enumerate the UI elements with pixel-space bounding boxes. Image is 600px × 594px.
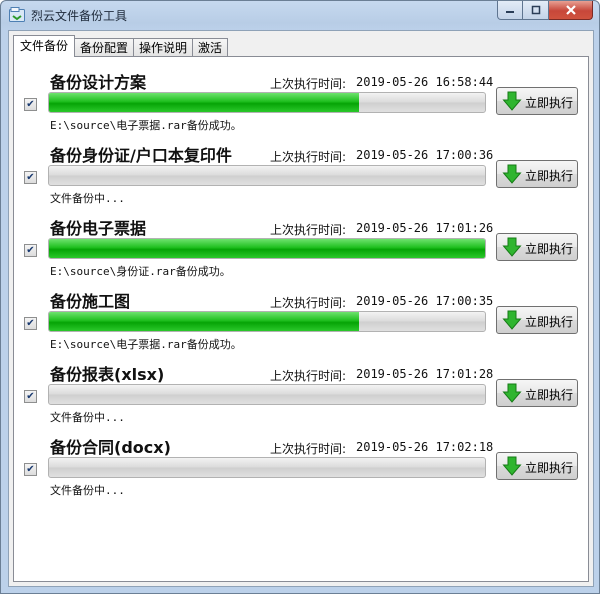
run-now-label: 立即执行 — [525, 461, 574, 475]
tab-backup-config[interactable]: 备份配置 — [74, 38, 135, 57]
progress-bar — [48, 457, 486, 478]
client-area: 文件备份 备份配置 操作说明 激活 备份设计方案 上次执行时间: 2019-05… — [8, 30, 594, 587]
download-arrow-icon — [502, 164, 522, 184]
download-arrow-icon — [502, 310, 522, 330]
last-run-time: 2019-05-26 16:58:44 — [356, 75, 494, 89]
backup-jobs-panel: 备份设计方案 上次执行时间: 2019-05-26 16:58:44 ✔ E:\… — [13, 56, 589, 582]
job-title: 备份施工图 — [50, 292, 131, 311]
last-run-label: 上次执行时间: — [270, 77, 347, 91]
tab-strip: 文件备份 备份配置 操作说明 激活 — [13, 35, 229, 57]
run-now-label: 立即执行 — [525, 315, 574, 329]
app-icon — [9, 7, 25, 22]
app-window: 烈云文件备份工具 文件备份 备份配置 操作说明 激活 备份设计方案 上次执行时间… — [0, 0, 600, 594]
last-run-label: 上次执行时间: — [270, 223, 347, 237]
job-title: 备份身份证/户口本复印件 — [50, 146, 232, 165]
job-status: 文件备份中... — [50, 192, 125, 205]
job-status: 文件备份中... — [50, 411, 125, 424]
job-title: 备份电子票据 — [50, 219, 147, 238]
last-run-time: 2019-05-26 17:01:28 — [356, 367, 494, 381]
run-now-button[interactable]: 立即执行 — [496, 87, 578, 115]
run-now-label: 立即执行 — [525, 242, 574, 256]
last-run-time: 2019-05-26 17:00:35 — [356, 294, 494, 308]
window-title: 烈云文件备份工具 — [31, 9, 128, 23]
maximize-button[interactable] — [523, 1, 549, 20]
run-now-button[interactable]: 立即执行 — [496, 306, 578, 334]
job-status: 文件备份中... — [50, 484, 125, 497]
last-run-time: 2019-05-26 17:01:26 — [356, 221, 494, 235]
minimize-icon — [506, 11, 514, 13]
last-run-label: 上次执行时间: — [270, 369, 347, 383]
run-now-button[interactable]: 立即执行 — [496, 233, 578, 261]
close-button[interactable] — [549, 1, 593, 20]
last-run-label: 上次执行时间: — [270, 150, 347, 164]
run-now-label: 立即执行 — [525, 96, 574, 110]
run-now-button[interactable]: 立即执行 — [496, 452, 578, 480]
job-status: E:\source\电子票据.rar备份成功。 — [50, 338, 242, 351]
job-status: E:\source\身份证.rar备份成功。 — [50, 265, 231, 278]
job-enabled-checkbox[interactable]: ✔ — [24, 244, 37, 257]
last-run-label: 上次执行时间: — [270, 296, 347, 310]
progress-bar — [48, 311, 486, 332]
minimize-button[interactable] — [497, 1, 523, 20]
download-arrow-icon — [502, 237, 522, 257]
job-enabled-checkbox[interactable]: ✔ — [24, 171, 37, 184]
download-arrow-icon — [502, 383, 522, 403]
title-bar[interactable]: 烈云文件备份工具 — [1, 1, 599, 29]
close-icon — [565, 5, 576, 15]
download-arrow-icon — [502, 456, 522, 476]
download-arrow-icon — [502, 91, 522, 111]
job-enabled-checkbox[interactable]: ✔ — [24, 317, 37, 330]
backup-job: 备份合同(docx) 上次执行时间: 2019-05-26 17:02:18 ✔… — [14, 430, 588, 502]
progress-fill — [49, 93, 359, 112]
run-now-label: 立即执行 — [525, 169, 574, 183]
last-run-time: 2019-05-26 17:02:18 — [356, 440, 494, 454]
tab-instructions[interactable]: 操作说明 — [133, 38, 194, 57]
backup-job: 备份报表(xlsx) 上次执行时间: 2019-05-26 17:01:28 ✔… — [14, 357, 588, 429]
job-title: 备份合同(docx) — [50, 438, 171, 457]
maximize-icon — [531, 5, 540, 15]
tab-file-backup[interactable]: 文件备份 — [13, 35, 76, 57]
job-status: E:\source\电子票据.rar备份成功。 — [50, 119, 242, 132]
backup-job: 备份电子票据 上次执行时间: 2019-05-26 17:01:26 ✔ E:\… — [14, 211, 588, 283]
backup-job: 备份身份证/户口本复印件 上次执行时间: 2019-05-26 17:00:36… — [14, 138, 588, 210]
job-title: 备份设计方案 — [50, 73, 147, 92]
progress-bar — [48, 165, 486, 186]
last-run-label: 上次执行时间: — [270, 442, 347, 456]
backup-job: 备份设计方案 上次执行时间: 2019-05-26 16:58:44 ✔ E:\… — [14, 65, 588, 137]
job-title: 备份报表(xlsx) — [50, 365, 165, 384]
last-run-time: 2019-05-26 17:00:36 — [356, 148, 494, 162]
run-now-button[interactable]: 立即执行 — [496, 379, 578, 407]
job-enabled-checkbox[interactable]: ✔ — [24, 390, 37, 403]
tab-activate[interactable]: 激活 — [192, 38, 229, 57]
progress-bar — [48, 384, 486, 405]
progress-fill — [49, 239, 485, 258]
run-now-label: 立即执行 — [525, 388, 574, 402]
progress-fill — [49, 312, 359, 331]
backup-job: 备份施工图 上次执行时间: 2019-05-26 17:00:35 ✔ E:\s… — [14, 284, 588, 356]
progress-bar — [48, 238, 486, 259]
caption-buttons — [497, 1, 593, 21]
job-enabled-checkbox[interactable]: ✔ — [24, 463, 37, 476]
job-enabled-checkbox[interactable]: ✔ — [24, 98, 37, 111]
run-now-button[interactable]: 立即执行 — [496, 160, 578, 188]
progress-bar — [48, 92, 486, 113]
